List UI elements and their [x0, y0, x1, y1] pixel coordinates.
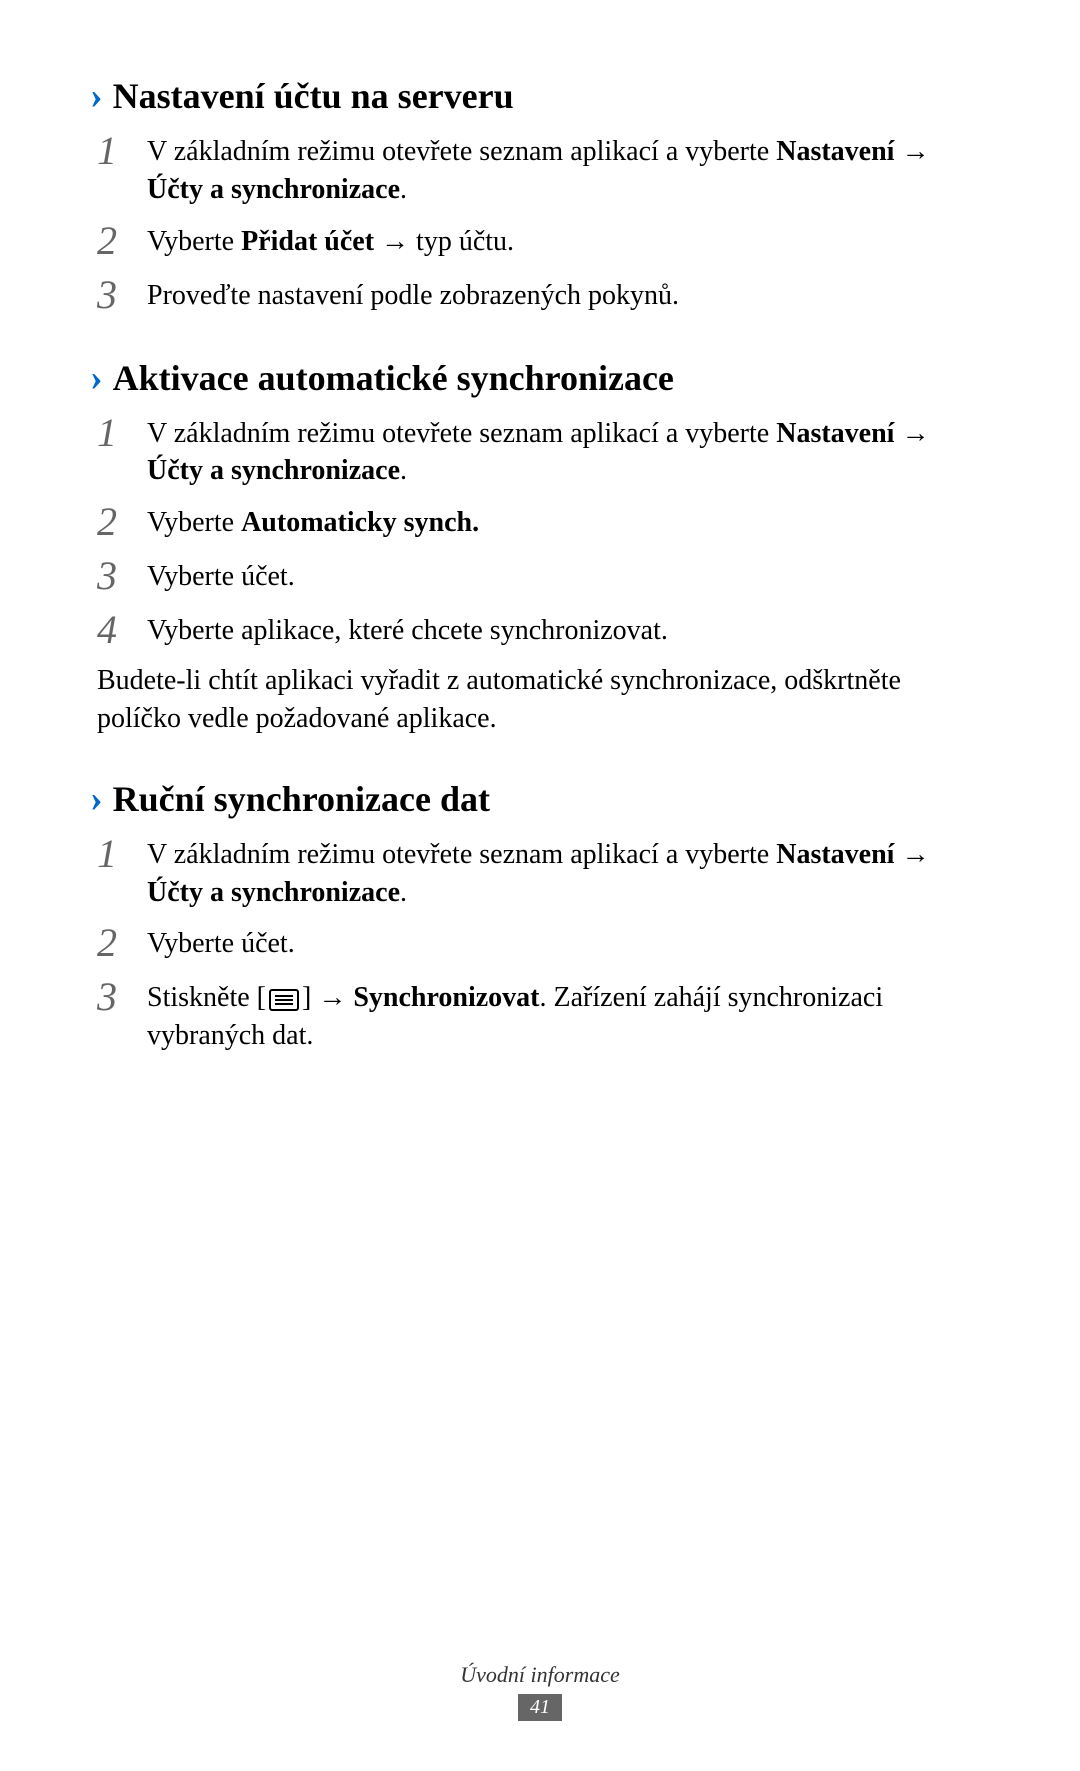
- step-item: 1 V základním režimu otevřete seznam apl…: [90, 832, 990, 912]
- section-note: Budete-li chtít aplikaci vyřadit z autom…: [90, 662, 990, 738]
- chevron-right-icon: ›: [90, 359, 103, 397]
- footer-section-name: Úvodní informace: [0, 1662, 1080, 1688]
- section-heading: › Aktivace automatické synchronizace: [90, 357, 990, 399]
- step-number: 1: [97, 411, 135, 455]
- menu-icon: [269, 989, 299, 1011]
- step-number: 2: [97, 500, 135, 544]
- step-text: V základním režimu otevřete seznam aplik…: [147, 129, 990, 209]
- section-auto-sync: › Aktivace automatické synchronizace 1 V…: [90, 357, 990, 738]
- step-text: Stiskněte [] → Synchronizovat. Zařízení …: [147, 975, 990, 1055]
- chevron-right-icon: ›: [90, 780, 103, 818]
- step-item: 3 Vyberte účet.: [90, 554, 990, 598]
- section-heading: › Ruční synchronizace dat: [90, 778, 990, 820]
- step-text: V základním režimu otevřete seznam aplik…: [147, 411, 990, 491]
- page-number: 41: [518, 1694, 562, 1721]
- step-text: Vyberte účet.: [147, 554, 295, 596]
- section-manual-sync: › Ruční synchronizace dat 1 V základním …: [90, 778, 990, 1055]
- step-text: Vyberte účet.: [147, 921, 295, 963]
- step-item: 1 V základním režimu otevřete seznam apl…: [90, 411, 990, 491]
- step-text: Vyberte Přidat účet → typ účtu.: [147, 219, 514, 261]
- step-item: 2 Vyberte Přidat účet → typ účtu.: [90, 219, 990, 263]
- step-number: 1: [97, 832, 135, 876]
- step-text: Vyberte aplikace, které chcete synchroni…: [147, 608, 668, 650]
- section-account-setup: › Nastavení účtu na serveru 1 V základní…: [90, 75, 990, 317]
- step-number: 4: [97, 608, 135, 652]
- step-item: 3 Stiskněte [] → Synchronizovat. Zařízen…: [90, 975, 990, 1055]
- heading-text: Nastavení účtu na serveru: [113, 75, 514, 117]
- step-number: 3: [97, 975, 135, 1019]
- section-heading: › Nastavení účtu na serveru: [90, 75, 990, 117]
- step-text: Vyberte Automaticky synch.: [147, 500, 479, 542]
- page-content: › Nastavení účtu na serveru 1 V základní…: [0, 0, 1080, 1055]
- step-number: 3: [97, 273, 135, 317]
- step-number: 2: [97, 921, 135, 965]
- heading-text: Ruční synchronizace dat: [113, 778, 490, 820]
- step-number: 3: [97, 554, 135, 598]
- step-item: 2 Vyberte účet.: [90, 921, 990, 965]
- step-item: 4 Vyberte aplikace, které chcete synchro…: [90, 608, 990, 652]
- step-item: 3 Proveďte nastavení podle zobrazených p…: [90, 273, 990, 317]
- heading-text: Aktivace automatické synchronizace: [113, 357, 674, 399]
- page-footer: Úvodní informace 41: [0, 1662, 1080, 1721]
- step-item: 1 V základním režimu otevřete seznam apl…: [90, 129, 990, 209]
- chevron-right-icon: ›: [90, 77, 103, 115]
- step-text: V základním režimu otevřete seznam aplik…: [147, 832, 990, 912]
- step-number: 1: [97, 129, 135, 173]
- step-text: Proveďte nastavení podle zobrazených pok…: [147, 273, 679, 315]
- step-number: 2: [97, 219, 135, 263]
- step-item: 2 Vyberte Automaticky synch.: [90, 500, 990, 544]
